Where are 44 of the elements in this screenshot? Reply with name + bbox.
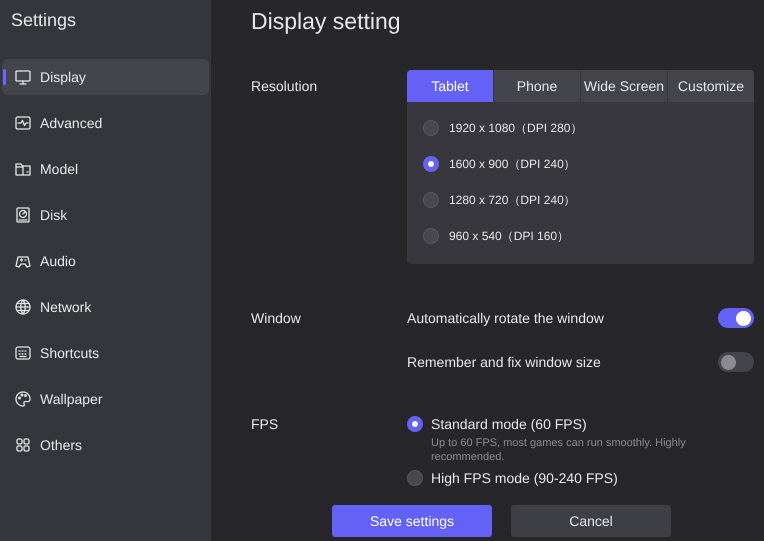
sidebar-item[interactable]: Display <box>2 59 209 95</box>
resolution-option: 1920 x 1080（DPI 280） <box>449 119 582 137</box>
keyboard-icon <box>14 344 32 362</box>
monitor-icon <box>14 68 32 86</box>
sidebar-item[interactable]: Wallpaper <box>2 381 209 417</box>
resolution-tab[interactable]: Phone <box>494 70 580 102</box>
fps-mode-description: Up to 60 FPS, most games can run smoothly. Highly recommended. <box>431 436 687 464</box>
sidebar-item[interactable]: Audio <box>2 243 209 279</box>
fps-mode-label: Standard mode (60 FPS) <box>431 415 588 434</box>
resolution-tab[interactable]: Wide Screen <box>581 70 667 102</box>
sidebar-title: Settings <box>11 9 76 32</box>
radio-button[interactable] <box>407 470 423 486</box>
radio-button[interactable] <box>423 228 439 244</box>
radio-button[interactable] <box>423 192 439 208</box>
sidebar-item[interactable]: Model <box>2 151 209 187</box>
toggle-label: Automatically rotate the window <box>407 308 604 328</box>
section-label: Window <box>251 309 302 328</box>
grid-icon <box>14 436 32 454</box>
sidebar-item[interactable]: Network <box>2 289 209 325</box>
radio-button[interactable] <box>407 416 423 432</box>
radio-button[interactable] <box>423 156 439 172</box>
toggle-switch[interactable] <box>718 308 754 328</box>
resolution-tab[interactable]: Tablet <box>407 70 493 102</box>
pulse-icon <box>14 114 32 132</box>
radio-button[interactable] <box>423 120 439 136</box>
resolution-tab[interactable]: Customize <box>668 70 754 102</box>
resolution-option: 1600 x 900（DPI 240） <box>449 155 576 173</box>
toggle-label: Remember and fix window size <box>407 352 601 372</box>
toggle-switch[interactable] <box>718 352 754 372</box>
fps-mode-label: High FPS mode (90-240 FPS) <box>431 469 618 488</box>
section-label: Resolution <box>251 77 318 96</box>
resolution-option: 1280 x 720（DPI 240） <box>449 191 576 209</box>
sidebar-item[interactable]: Shortcuts <box>2 335 209 371</box>
active-indicator <box>3 69 6 85</box>
resolution-option: 960 x 540（DPI 160） <box>449 227 570 245</box>
sidebar-item[interactable]: Disk <box>2 197 209 233</box>
page-title: Display setting <box>251 7 401 36</box>
section-label: FPS <box>251 415 280 434</box>
globe-icon <box>14 298 32 316</box>
save-button[interactable]: Save settings <box>332 505 492 537</box>
palette-icon <box>14 390 32 408</box>
sidebar-item[interactable]: Others <box>2 427 209 463</box>
sidebar-item[interactable]: Advanced <box>2 105 209 141</box>
cancel-button[interactable]: Cancel <box>511 505 671 537</box>
